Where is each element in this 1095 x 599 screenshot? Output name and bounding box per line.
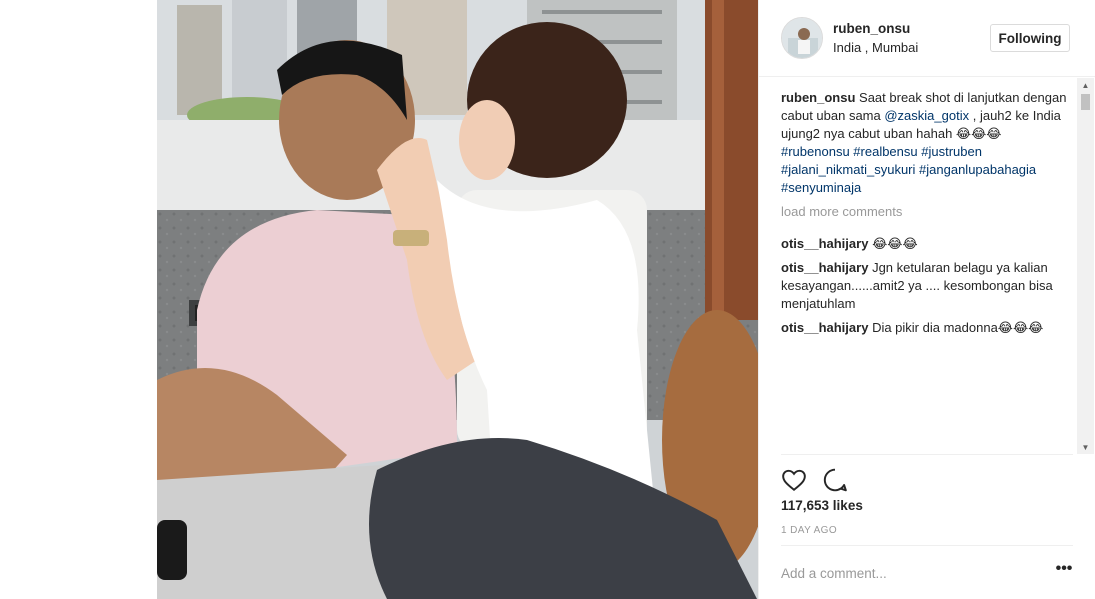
location-link[interactable]: India , Mumbai	[833, 40, 918, 55]
mention-link[interactable]: @zaskia_gotix	[884, 108, 969, 123]
hashtag-link[interactable]: #senyuminaja	[781, 180, 861, 195]
scroll-thumb[interactable]	[1081, 94, 1090, 110]
post-details-panel: ruben_onsu India , Mumbai Following rube…	[758, 0, 1095, 599]
comments-list: ruben_onsu Saat break shot di lanjutkan …	[781, 89, 1073, 454]
comment-author[interactable]: otis__hahijary	[781, 260, 868, 275]
heart-icon[interactable]	[781, 467, 807, 493]
hashtag-link[interactable]: #realbensu	[853, 144, 917, 159]
ellipsis-icon[interactable]: •••	[1055, 561, 1073, 579]
hashtag-link[interactable]: #rubenonsu	[781, 144, 850, 159]
scroll-down-arrow-icon[interactable]: ▼	[1077, 440, 1094, 454]
likes-count[interactable]: 117,653 likes	[781, 498, 863, 513]
comment-author[interactable]: otis__hahijary	[781, 236, 868, 251]
following-button[interactable]: Following	[990, 24, 1070, 52]
add-comment-section: •••	[781, 545, 1073, 599]
heart-icon-graphic	[782, 469, 806, 491]
comment-bubble-icon[interactable]	[822, 467, 848, 493]
post-header: ruben_onsu India , Mumbai Following	[759, 0, 1095, 77]
hashtag-link[interactable]: #jalani_nikmati_syukuri	[781, 162, 915, 177]
avatar-image	[782, 18, 822, 58]
hashtag-link[interactable]: #janganlupabahagia	[919, 162, 1036, 177]
comment-text: 😂😂😂	[872, 236, 918, 251]
comment-item: otis__hahijary 😂😂😂	[781, 235, 1073, 253]
comment-text: Dia pikir dia madonna😂😂😂	[872, 320, 1044, 335]
scroll-up-arrow-icon[interactable]: ▲	[1077, 78, 1094, 92]
load-more-comments-button[interactable]: load more comments	[781, 203, 1073, 221]
comments-scrollbar[interactable]: ▲ ▼	[1077, 78, 1094, 454]
add-comment-input[interactable]	[781, 562, 1031, 584]
caption-author[interactable]: ruben_onsu	[781, 90, 855, 105]
avatar[interactable]	[781, 17, 823, 59]
comment-item: otis__hahijary Dia pikir dia madonna😂😂😂	[781, 319, 1073, 337]
username-link[interactable]: ruben_onsu	[833, 21, 910, 36]
caption: ruben_onsu Saat break shot di lanjutkan …	[781, 89, 1073, 197]
post-timestamp[interactable]: 1 DAY AGO	[781, 525, 837, 536]
photo-illustration	[157, 0, 758, 599]
post-actions	[781, 454, 1073, 502]
post-photo[interactable]	[157, 0, 758, 599]
comment-bubble-icon-graphic	[823, 468, 847, 492]
comment-author[interactable]: otis__hahijary	[781, 320, 868, 335]
comment-item: otis__hahijary Jgn ketularan belagu ya k…	[781, 259, 1073, 313]
hashtag-link[interactable]: #justruben	[921, 144, 982, 159]
